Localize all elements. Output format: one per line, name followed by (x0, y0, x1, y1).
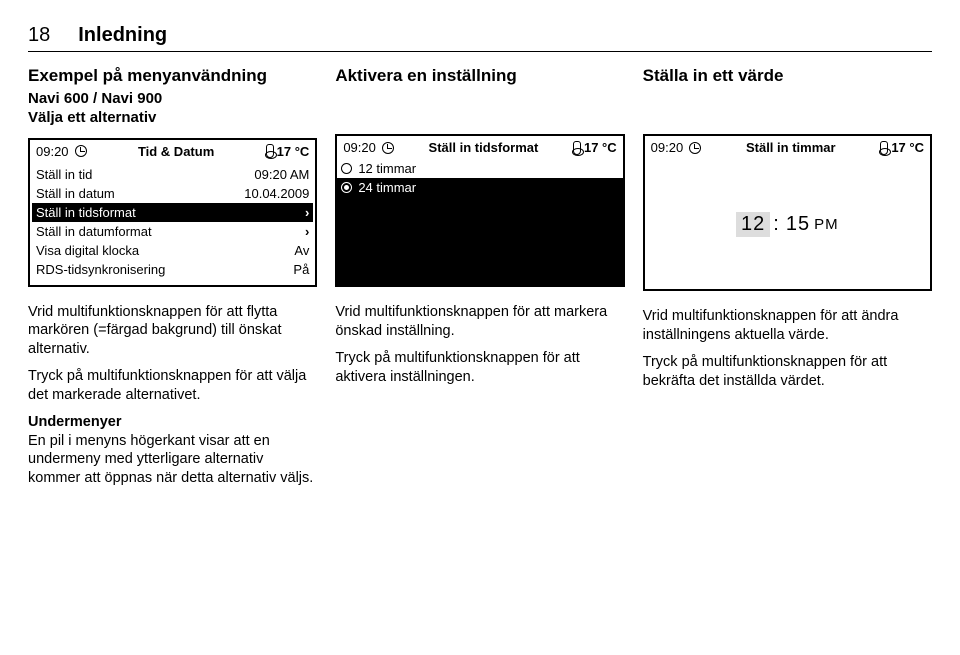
menu-item-set-dateformat[interactable]: Ställ in datumformat › (36, 222, 309, 241)
screen1-rows: Ställ in tid 09:20 AM Ställ in datum 10.… (30, 163, 315, 285)
screen2-temp-value: 17 °C (584, 140, 617, 155)
label: Ställ in datum (36, 186, 115, 201)
label: Ställ in tidsformat (36, 205, 136, 220)
radio-option-24h[interactable]: 24 timmar (337, 178, 622, 197)
label: Visa digital klocka (36, 243, 139, 258)
col3-heading: Ställa in ett värde (643, 66, 932, 86)
col1-paragraph-1: Vrid multifunktionsknappen för att flytt… (28, 303, 317, 360)
screen3-title: Ställ in timmar (707, 140, 874, 155)
screen2-title: Ställ in tidsformat (400, 140, 567, 155)
column-right: Ställa in ett värde 09:20 Ställ in timma… (643, 66, 932, 496)
menu-item-rds-sync[interactable]: RDS-tidsynkronisering På (36, 260, 309, 279)
page-number: 18 (28, 24, 50, 47)
menu-item-set-time[interactable]: Ställ in tid 09:20 AM (36, 165, 309, 184)
menu-item-set-date[interactable]: Ställ in datum 10.04.2009 (36, 184, 309, 203)
col1-paragraph-2: Tryck på multifunktionsknappen för att v… (28, 367, 317, 405)
screen3-time: 09:20 (651, 140, 684, 155)
clock-icon (75, 145, 87, 157)
option-label: 12 timmar (358, 161, 416, 176)
screen2-time: 09:20 (343, 140, 376, 155)
screen1-statusbar: 09:20 Tid & Datum 17 °C (30, 140, 315, 163)
screen3-statusbar: 09:20 Ställ in timmar 17 °C (645, 136, 930, 159)
col2-paragraph-1: Vrid multifunktionsknappen för att marke… (335, 303, 624, 341)
page-title: Inledning (78, 24, 167, 47)
screen3-temp: 17 °C (880, 140, 924, 155)
page-header: 18 Inledning (28, 24, 932, 52)
col2-paragraph-2: Tryck på multifunktionsknappen för att a… (335, 349, 624, 387)
ampm-value: PM (814, 216, 839, 233)
screen1-temp: 17 °C (266, 144, 310, 159)
value: På (293, 262, 309, 277)
col3-paragraph-2: Tryck på multifunktionsknappen för att b… (643, 353, 932, 391)
col1-submenus-title: Undermenyer (28, 413, 317, 432)
value: Av (294, 243, 309, 258)
screen2-blank (335, 197, 624, 287)
spacer (335, 90, 624, 134)
menu-item-show-digital-clock[interactable]: Visa digital klocka Av (36, 241, 309, 260)
column-left: Exempel på menyanvändning Navi 600 / Nav… (28, 66, 317, 496)
option-label: 24 timmar (358, 180, 416, 195)
screen-time-date: 09:20 Tid & Datum 17 °C Ställ in tid 09:… (28, 138, 317, 287)
radio-icon-selected (341, 182, 352, 193)
col1-heading: Exempel på menyanvändning (28, 66, 317, 86)
menu-item-set-timeformat[interactable]: Ställ in tidsformat › (32, 203, 313, 222)
time-colon: : (773, 213, 780, 236)
col1-subhead: Navi 600 / Navi 900 Välja ett alternativ (28, 90, 317, 128)
value: 09:20 AM (254, 167, 309, 182)
chevron-right-icon: › (305, 205, 309, 220)
screen2-statusbar: 09:20 Ställ in tidsformat 17 °C (337, 136, 622, 159)
screen2-temp: 17 °C (573, 140, 617, 155)
label: RDS-tidsynkronisering (36, 262, 165, 277)
col3-paragraph-1: Vrid multifunktionsknappen för att ändra… (643, 307, 932, 345)
thermometer-icon (266, 144, 274, 158)
screen1-title: Tid & Datum (93, 144, 260, 159)
content-columns: Exempel på menyanvändning Navi 600 / Nav… (28, 66, 932, 496)
radio-icon (341, 163, 352, 174)
clock-icon (382, 142, 394, 154)
screen3-temp-value: 17 °C (891, 140, 924, 155)
clock-icon (689, 142, 701, 154)
spacer (643, 90, 932, 134)
screen1-temp-value: 17 °C (277, 144, 310, 159)
col1-paragraph-3: En pil i menyns högerkant visar att en u… (28, 432, 317, 489)
thermometer-icon (573, 141, 581, 155)
time-value-display[interactable]: 12 : 15 PM (645, 159, 930, 289)
col2-heading: Aktivera en inställning (335, 66, 624, 86)
column-middle: Aktivera en inställning 09:20 Ställ in t… (335, 66, 624, 496)
hours-value: 12 (736, 212, 770, 237)
chevron-right-icon: › (305, 224, 309, 239)
value: 10.04.2009 (244, 186, 309, 201)
screen-set-hours: 09:20 Ställ in timmar 17 °C 12 : 15 PM (643, 134, 932, 291)
thermometer-icon (880, 141, 888, 155)
screen1-time: 09:20 (36, 144, 69, 159)
label: Ställ in datumformat (36, 224, 152, 239)
minutes-value: 15 (786, 213, 810, 236)
radio-option-12h[interactable]: 12 timmar (337, 159, 622, 178)
screen2-options: 12 timmar 24 timmar (337, 159, 622, 287)
screen-timeformat: 09:20 Ställ in tidsformat 17 °C 12 timma… (335, 134, 624, 287)
label: Ställ in tid (36, 167, 92, 182)
